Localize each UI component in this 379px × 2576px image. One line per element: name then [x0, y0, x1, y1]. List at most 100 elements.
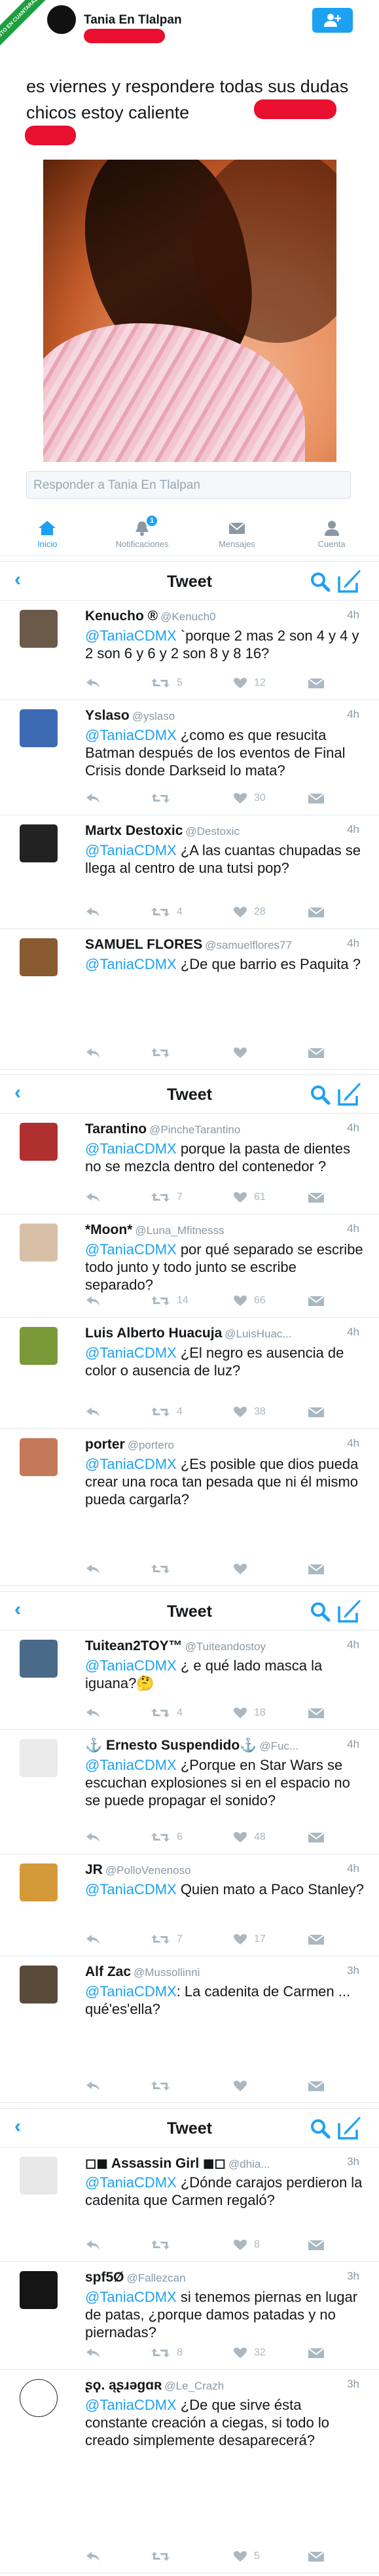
direct-message-button[interactable] — [308, 1405, 325, 1419]
user-handle[interactable]: @samuelflores77 — [205, 939, 292, 951]
user-avatar[interactable] — [20, 1966, 58, 2003]
reply-button[interactable] — [85, 1933, 151, 1945]
like-button[interactable] — [233, 2080, 308, 2092]
like-button[interactable]: 32 — [233, 2347, 308, 2359]
direct-message-button[interactable] — [308, 2238, 325, 2251]
mention-link[interactable]: @TaniaCDMX — [85, 1983, 177, 2000]
direct-message-button[interactable] — [308, 2550, 325, 2563]
like-button[interactable] — [233, 1047, 308, 1059]
direct-message-button[interactable] — [308, 1294, 325, 1307]
retweet-button[interactable]: 4 — [151, 1707, 233, 1719]
search-button[interactable] — [310, 571, 331, 595]
mention-link[interactable]: @TaniaCDMX — [85, 1456, 177, 1472]
reply-button[interactable] — [85, 2239, 151, 2251]
direct-message-button[interactable] — [308, 906, 325, 919]
direct-message-button[interactable] — [308, 1191, 325, 1204]
user-avatar[interactable] — [20, 1224, 58, 1262]
mention-link[interactable]: @TaniaCDMX — [85, 842, 177, 858]
like-button[interactable]: 5 — [233, 2550, 308, 2562]
like-button[interactable]: 28 — [233, 906, 308, 918]
direct-message-button[interactable] — [308, 792, 325, 805]
retweet-button[interactable]: 14 — [151, 1295, 233, 1307]
user-handle[interactable]: @LuisHuac... — [225, 1328, 291, 1340]
direct-message-button[interactable] — [308, 1706, 325, 1720]
user-avatar[interactable] — [20, 2379, 58, 2417]
reply-button[interactable] — [85, 1406, 151, 1418]
retweet-button[interactable]: 7 — [151, 1933, 233, 1945]
reply-button[interactable] — [85, 2347, 151, 2359]
reply-button[interactable] — [85, 1191, 151, 1203]
like-button[interactable]: 18 — [233, 1707, 308, 1719]
retweet-button[interactable] — [151, 1047, 233, 1059]
user-name[interactable]: *Moon* — [85, 1222, 132, 1237]
user-handle[interactable]: @Fallezcan — [127, 2272, 186, 2284]
user-handle[interactable]: @Le_Crazh — [164, 2380, 224, 2392]
user-avatar[interactable] — [20, 1739, 58, 1777]
user-handle[interactable]: @portero — [128, 1439, 174, 1451]
user-handle[interactable]: @Mussollinni — [134, 1966, 200, 1979]
user-avatar[interactable] — [20, 2157, 58, 2195]
direct-message-button[interactable] — [308, 2346, 325, 2359]
user-handle[interactable]: @dhia... — [228, 2158, 270, 2170]
user-handle[interactable]: @Kenuch0 — [160, 610, 215, 623]
user-avatar[interactable] — [20, 1438, 58, 1476]
compose-button[interactable] — [337, 2117, 363, 2144]
reply-button[interactable] — [85, 677, 151, 689]
user-avatar[interactable] — [20, 1640, 58, 1678]
user-handle[interactable]: @Fuc... — [259, 1740, 298, 1752]
search-button[interactable] — [310, 2118, 331, 2142]
search-button[interactable] — [310, 1084, 331, 1108]
user-avatar[interactable] — [20, 1123, 58, 1161]
mention-link[interactable]: @TaniaCDMX — [85, 1241, 177, 1258]
reply-button[interactable] — [85, 1047, 151, 1059]
like-button[interactable]: 61 — [233, 1191, 308, 1203]
mention-link[interactable]: @TaniaCDMX — [85, 1757, 177, 1773]
reply-button[interactable] — [85, 2080, 151, 2092]
user-name[interactable]: Tuitean2TOY™ — [85, 1638, 183, 1653]
like-button[interactable]: 38 — [233, 1406, 308, 1418]
retweet-button[interactable] — [151, 2080, 233, 2092]
retweet-button[interactable]: 7 — [151, 1191, 233, 1203]
user-handle[interactable]: @Tuiteandostoy — [185, 1640, 266, 1653]
direct-message-button[interactable] — [308, 1562, 325, 1576]
direct-message-button[interactable] — [308, 2079, 325, 2092]
compose-button[interactable] — [337, 570, 363, 597]
reply-button[interactable] — [85, 1707, 151, 1719]
user-handle[interactable]: @PincheTarantino — [149, 1123, 240, 1136]
mention-link[interactable]: @TaniaCDMX — [85, 1657, 177, 1674]
user-name[interactable]: Kenucho ® — [85, 609, 158, 624]
user-name[interactable]: Tarantino — [85, 1121, 147, 1137]
tab-mensajes[interactable]: Mensajes — [190, 506, 285, 556]
like-button[interactable]: 48 — [233, 1831, 308, 1843]
direct-message-button[interactable] — [308, 1933, 325, 1946]
user-handle[interactable]: @Luna_Mfitnesss — [135, 1224, 224, 1237]
user-avatar[interactable] — [20, 1863, 58, 1901]
retweet-button[interactable] — [151, 2239, 233, 2251]
mention-link[interactable]: @TaniaCDMX — [85, 2174, 177, 2191]
user-name[interactable]: JR — [85, 1862, 103, 1877]
search-button[interactable] — [310, 1601, 331, 1625]
reply-button[interactable] — [85, 792, 151, 804]
tweet-photo[interactable] — [43, 160, 336, 462]
like-button[interactable]: 12 — [233, 677, 308, 689]
retweet-button[interactable]: 8 — [151, 2347, 233, 2359]
retweet-button[interactable] — [151, 792, 233, 804]
user-name[interactable]: Alf Zac — [85, 1964, 131, 1979]
user-avatar[interactable] — [20, 709, 58, 747]
reply-button[interactable] — [85, 906, 151, 918]
retweet-button[interactable] — [151, 2550, 233, 2562]
user-avatar[interactable] — [20, 2271, 58, 2309]
mention-link[interactable]: @TaniaCDMX — [85, 1345, 177, 1361]
direct-message-button[interactable] — [308, 677, 325, 690]
user-name[interactable]: ⚓ Ernesto Suspendido⚓ — [85, 1738, 257, 1753]
compose-button[interactable] — [337, 1600, 363, 1627]
user-name[interactable]: ʂϙ. ąʂɹǝɡɑʀ — [85, 2378, 162, 2393]
direct-message-button[interactable] — [308, 1046, 325, 1059]
user-name[interactable]: ◻◼ Assassin Girl ◼◻ — [85, 2156, 226, 2171]
user-handle[interactable]: @yslaso — [132, 710, 175, 722]
mention-link[interactable]: @TaniaCDMX — [85, 2289, 177, 2305]
tab-inicio[interactable]: Inicio — [0, 506, 95, 556]
like-button[interactable]: 30 — [233, 792, 308, 804]
tab-notificaciones[interactable]: 1 Notificaciones — [95, 506, 190, 556]
mention-link[interactable]: @TaniaCDMX — [85, 2397, 177, 2413]
